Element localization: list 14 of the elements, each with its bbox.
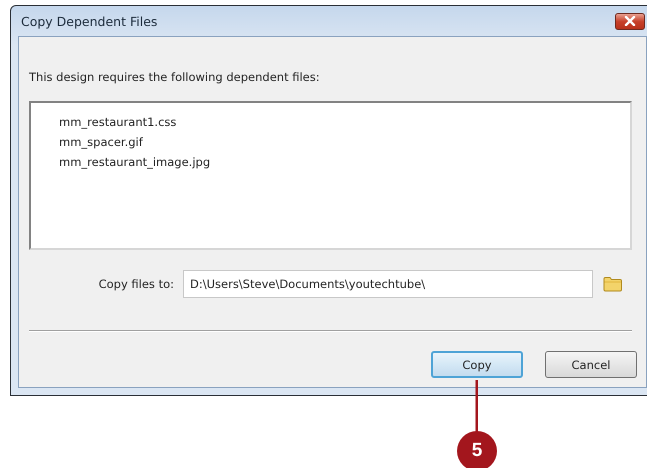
copy-button[interactable]: Copy — [431, 351, 523, 378]
cancel-button[interactable]: Cancel — [545, 351, 637, 378]
window-title: Copy Dependent Files — [20, 14, 158, 28]
folder-icon[interactable] — [603, 276, 623, 292]
leader-line — [475, 380, 479, 432]
file-list-item[interactable]: mm_spacer.gif — [59, 132, 630, 152]
file-list-item[interactable]: mm_restaurant_image.jpg — [59, 152, 630, 172]
file-list-item[interactable]: mm_restaurant1.css — [59, 112, 630, 132]
copy-files-label: Copy files to: — [98, 277, 174, 291]
step-number-badge: 5 — [457, 431, 497, 468]
close-icon — [624, 16, 636, 26]
path-field[interactable]: D:\Users\Steve\Documents\youtechtube\ — [183, 270, 593, 298]
message-text: This design requires the following dependent files: — [29, 70, 321, 84]
close-button[interactable] — [615, 12, 645, 30]
